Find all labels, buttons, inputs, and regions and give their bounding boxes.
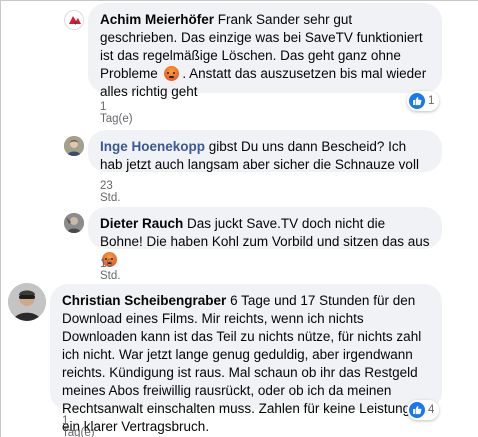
avatar-christian[interactable] [8,283,46,321]
comment-author[interactable]: Inge Hoenekopp [100,139,205,154]
comment-author[interactable]: Dieter Rauch [100,216,183,231]
comment-author[interactable]: Christian Scheibengraber [62,293,226,308]
comment-bubble: Achim Meierhöfer Frank Sander sehr gut g… [88,3,442,99]
reaction-number: 4 [428,404,435,416]
profile-photo-icon [8,283,46,321]
red-logo-icon [66,12,83,29]
profile-photo-icon [64,136,84,156]
angry-emoji-icon [163,66,179,81]
comment-timestamp[interactable]: 23 Std. [100,180,120,204]
like-icon [409,402,425,418]
comment-timestamp[interactable]: 16 Std. [100,258,120,282]
avatar-dieter[interactable] [64,213,84,233]
like-icon [409,93,425,109]
reaction-number: 1 [428,95,435,107]
avatar-achim[interactable] [64,10,84,30]
comment-author[interactable]: Achim Meierhöfer [100,12,214,27]
profile-photo-icon [64,213,84,233]
reaction-count[interactable]: 4 [407,400,440,420]
reaction-count[interactable]: 1 [407,91,440,111]
top-border [0,0,478,1]
comment-bubble: Christian Scheibengraber 6 Tage und 17 S… [50,284,442,434]
comment-timestamp[interactable]: 1 Tag(e) [62,415,95,437]
comment-timestamp[interactable]: 1 Tag(e) [100,101,133,125]
comment-bubble: Inge Hoenekopp gibst Du uns dann Beschei… [88,130,442,172]
comment-text: 6 Tage und 17 Stunden für den Download e… [62,293,428,434]
left-border [0,0,1,437]
comment-bubble: Dieter Rauch Das juckt Save.TV doch nich… [88,207,442,267]
avatar-inge[interactable] [64,136,84,156]
